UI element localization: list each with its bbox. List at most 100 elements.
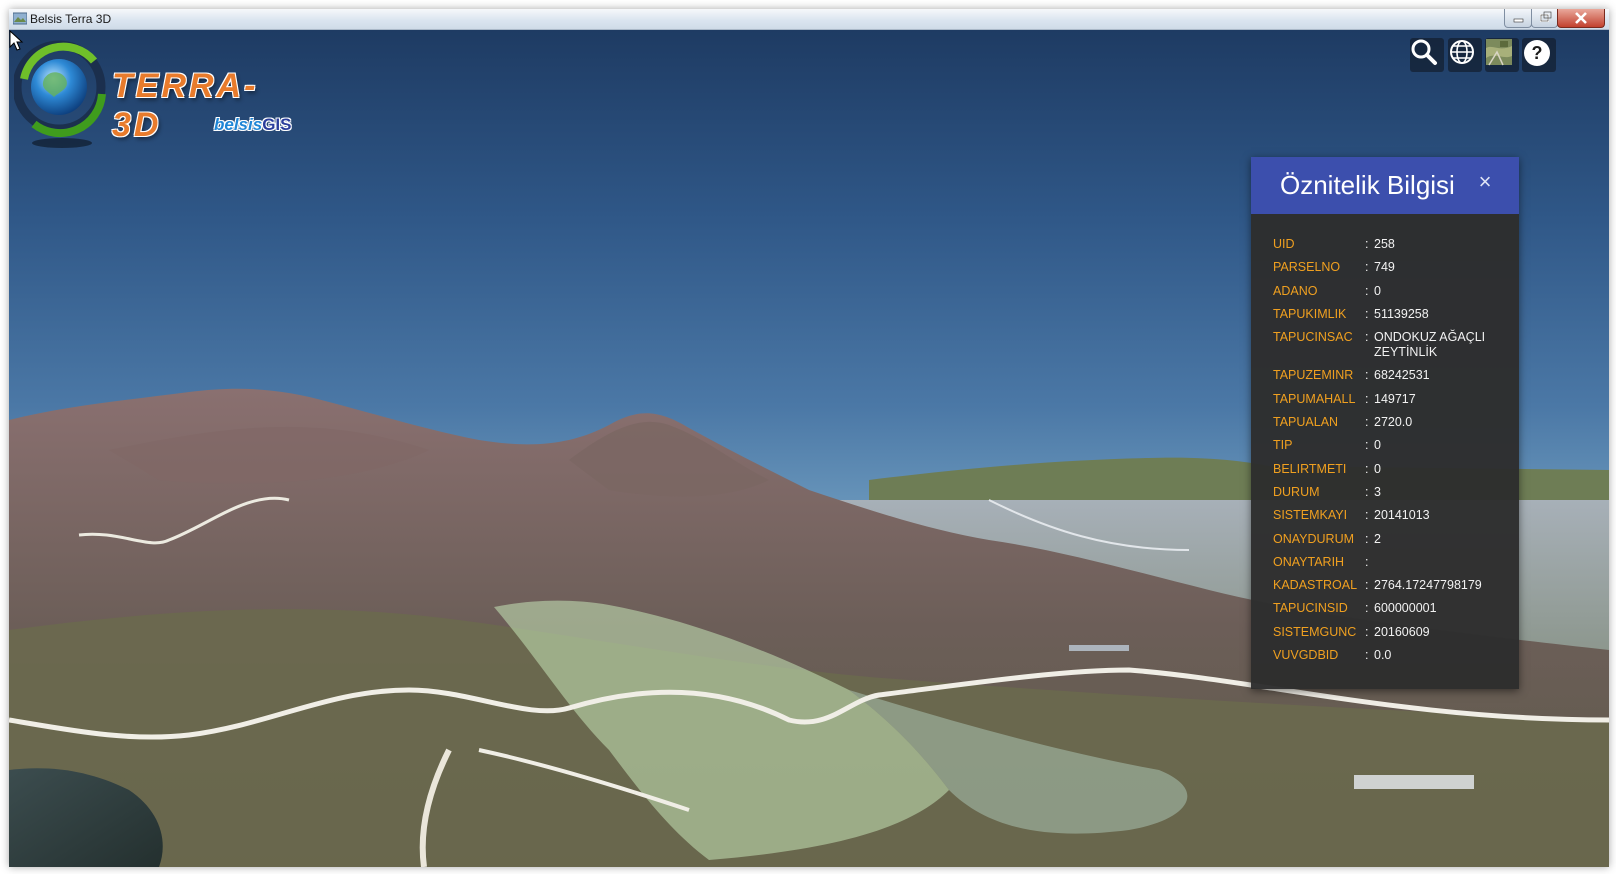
restore-button[interactable] xyxy=(1531,9,1558,28)
globe-icon xyxy=(1450,40,1474,64)
globe-button[interactable] xyxy=(1448,38,1482,72)
attribute-row: TAPUCINSID:600000001 xyxy=(1273,601,1513,616)
attribute-key: DURUM xyxy=(1273,484,1320,499)
title-bar[interactable]: Belsis Terra 3D xyxy=(9,9,1609,30)
attribute-separator: : xyxy=(1365,438,1369,453)
app-window: Belsis Terra 3D TERRA-3D belsisGIS ? Özn… xyxy=(9,9,1609,867)
attribute-key: TAPUMAHALL xyxy=(1273,391,1356,406)
attribute-key: TAPUZEMINR xyxy=(1273,368,1354,383)
attribute-separator: : xyxy=(1365,578,1369,593)
attribute-value: 20141013 xyxy=(1374,508,1430,523)
attribute-row: PARSELNO:749 xyxy=(1273,260,1513,275)
attribute-row: TAPUALAN:2720.0 xyxy=(1273,415,1513,430)
attribute-separator: : xyxy=(1365,624,1369,639)
map-toolbar: ? xyxy=(1410,38,1562,74)
attribute-row: ADANO:0 xyxy=(1273,284,1513,299)
attribute-value: 749 xyxy=(1374,260,1395,275)
attribute-value: 2720.0 xyxy=(1374,415,1413,430)
attribute-row: SISTEMGUNC:20160609 xyxy=(1273,625,1513,640)
minimize-icon xyxy=(1513,18,1524,23)
minimize-button[interactable] xyxy=(1504,9,1532,28)
attribute-row: TAPUMAHALL:149717 xyxy=(1273,392,1513,407)
app-icon xyxy=(13,12,27,25)
attribute-value: 149717 xyxy=(1374,391,1416,406)
panel-title: Öznitelik Bilgisi xyxy=(1280,170,1455,200)
attribute-value xyxy=(1374,555,1513,570)
attribute-row: KADASTROAL:2764.17247798179 xyxy=(1273,578,1513,593)
attribute-value: ONDOKUZ AĞAÇLI ZEYTİNLİK xyxy=(1374,330,1486,360)
attribute-separator: : xyxy=(1365,237,1369,251)
attribute-separator: : xyxy=(1365,601,1369,616)
attribute-key: ADANO xyxy=(1273,283,1318,298)
attribute-row: UID:258 xyxy=(1273,237,1513,252)
close-icon xyxy=(1575,12,1587,24)
attribute-row: TIP:0 xyxy=(1273,438,1513,453)
attribute-info-panel: Öznitelik Bilgisi × UID:258 PARSELNO:749 A… xyxy=(1251,157,1519,689)
attribute-separator: : xyxy=(1365,484,1369,499)
attribute-value: 2764.17247798179 xyxy=(1374,578,1482,593)
satellite-map-icon xyxy=(1486,39,1512,66)
search-button[interactable] xyxy=(1410,38,1444,72)
attribute-separator: : xyxy=(1365,330,1369,345)
attribute-separator: : xyxy=(1365,306,1369,321)
map-3d-viewport[interactable]: TERRA-3D belsisGIS ? Öznitelik Bilgisi ×… xyxy=(9,30,1609,867)
attribute-separator: : xyxy=(1365,368,1369,383)
panel-close-button[interactable]: × xyxy=(1474,169,1496,195)
attribute-key: TAPUKIMLIK xyxy=(1273,306,1347,321)
attribute-key: BELIRTMETI xyxy=(1273,461,1347,476)
attribute-row: VUVGDBID:0.0 xyxy=(1273,648,1513,663)
attribute-key: ONAYDURUM xyxy=(1273,531,1355,546)
attribute-row: TAPUKIMLIK:51139258 xyxy=(1273,307,1513,322)
basemap-button[interactable] xyxy=(1485,38,1519,72)
attribute-value: 0 xyxy=(1374,461,1381,476)
attribute-key: TIP xyxy=(1273,438,1293,453)
attribute-key: SISTEMKAYI xyxy=(1273,508,1348,523)
attribute-row: TAPUZEMINR:68242531 xyxy=(1273,368,1513,383)
attribute-row: SISTEMKAYI:20141013 xyxy=(1273,508,1513,523)
attribute-separator: : xyxy=(1365,260,1369,275)
attribute-separator: : xyxy=(1365,283,1369,298)
attribute-value: 0 xyxy=(1374,438,1381,453)
attribute-separator: : xyxy=(1365,531,1369,546)
attribute-key: SISTEMGUNC xyxy=(1273,624,1357,639)
attribute-value: 68242531 xyxy=(1374,368,1430,383)
close-window-button[interactable] xyxy=(1557,9,1605,28)
mouse-cursor-icon xyxy=(9,30,24,51)
window-title: Belsis Terra 3D xyxy=(30,12,112,26)
svg-text:?: ? xyxy=(1532,43,1543,63)
attribute-row: ONAYTARIH: xyxy=(1273,555,1513,570)
attribute-value: 0.0 xyxy=(1374,648,1392,663)
restore-icon xyxy=(1540,11,1552,22)
attribute-key: PARSELNO xyxy=(1273,260,1341,275)
attribute-row: DURUM:3 xyxy=(1273,485,1513,500)
terra-3d-logo: TERRA-3D belsisGIS xyxy=(14,39,304,149)
attribute-value: 3 xyxy=(1374,484,1381,499)
attribute-key: ONAYTARIH xyxy=(1273,554,1345,569)
search-icon xyxy=(1411,39,1437,65)
attribute-value: 600000001 xyxy=(1374,601,1437,616)
attribute-separator: : xyxy=(1365,415,1369,430)
attribute-separator: : xyxy=(1365,508,1369,523)
attribute-key: TAPUCINSAC xyxy=(1273,330,1353,345)
attribute-list: UID:258 PARSELNO:749 ADANO:0 TAPUKIMLIK:511… xyxy=(1273,237,1513,671)
attribute-value: 20160609 xyxy=(1374,624,1430,639)
attribute-row: ONAYDURUM:2 xyxy=(1273,532,1513,547)
attribute-value: 2 xyxy=(1374,531,1381,546)
logo-subtitle-gis: GIS xyxy=(262,115,292,134)
attribute-separator: : xyxy=(1365,648,1369,663)
attribute-key: TAPUALAN xyxy=(1273,415,1339,430)
panel-header: Öznitelik Bilgisi × xyxy=(1251,157,1519,214)
help-icon: ? xyxy=(1524,40,1550,66)
attribute-separator: : xyxy=(1365,461,1369,476)
help-button[interactable]: ? xyxy=(1522,38,1556,72)
attribute-separator: : xyxy=(1365,391,1369,406)
attribute-value: 51139258 xyxy=(1374,306,1429,321)
attribute-key: UID xyxy=(1273,237,1295,251)
attribute-key: TAPUCINSID xyxy=(1273,601,1348,616)
attribute-key: VUVGDBID xyxy=(1273,648,1339,663)
attribute-key: KADASTROAL xyxy=(1273,578,1358,593)
logo-subtitle: belsisGIS xyxy=(214,115,292,135)
attribute-row: BELIRTMETI:0 xyxy=(1273,462,1513,477)
globe-logo-icon xyxy=(14,40,106,148)
attribute-value: 258 xyxy=(1374,237,1395,251)
